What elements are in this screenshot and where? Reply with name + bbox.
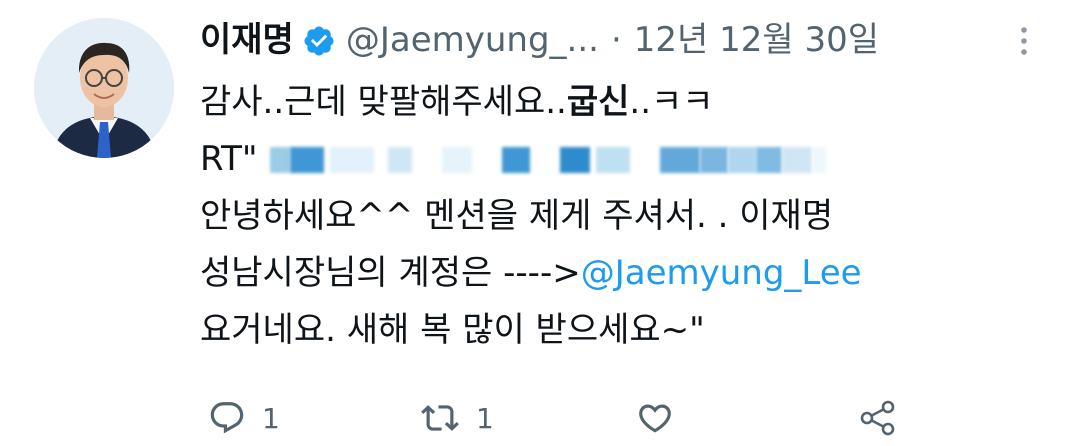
- display-name[interactable]: 이재명: [200, 16, 294, 64]
- reply-count: 1: [262, 401, 280, 435]
- separator-dot: ·: [610, 20, 622, 60]
- reply-button[interactable]: 1: [208, 396, 280, 440]
- share-icon: [858, 398, 898, 438]
- more-vertical-icon[interactable]: [1014, 24, 1034, 58]
- retweet-button[interactable]: 1: [420, 396, 494, 440]
- tweet-line-2: RT": [200, 131, 1060, 188]
- retweet-icon: [420, 399, 460, 437]
- tweet-line-5: 요거네요. 새해 복 많이 받으세요~": [200, 310, 705, 350]
- tweet-line-1-bold: 굽신: [566, 82, 630, 122]
- retweet-prefix: RT": [200, 139, 258, 179]
- share-button[interactable]: [858, 396, 898, 440]
- tweet-line-1-suffix: ..ㅋㅋ: [629, 82, 714, 122]
- avatar[interactable]: [34, 18, 174, 158]
- mention-link[interactable]: @Jaemyung_Lee: [581, 253, 862, 293]
- profile-photo: [34, 18, 174, 158]
- tweet-line-4-prefix: 성남시장님의 계정은 ---->: [200, 253, 581, 293]
- user-handle[interactable]: @Jaemyung_...: [346, 16, 599, 64]
- redacted-username: [269, 131, 826, 188]
- tweet-text: 감사..근데 맞팔해주세요..굽신..ㅋㅋ RT" 안녕하세요^^ 멘션을 제게…: [200, 74, 1060, 359]
- tweet-line-4: 성남시장님의 계정은 ---->@Jaemyung_Lee: [200, 245, 1060, 302]
- reply-icon: [208, 399, 246, 437]
- tweet-date[interactable]: 12년 12월 30일: [634, 16, 879, 64]
- like-button[interactable]: [636, 396, 674, 440]
- tweet-line-1: 감사..근데 맞팔해주세요..굽신..ㅋㅋ: [200, 74, 1060, 131]
- tweet-actions: 1 1: [208, 396, 908, 440]
- tweet-header: 이재명 @Jaemyung_... · 12년 12월 30일: [200, 16, 879, 64]
- tweet-line-1-prefix: 감사..근데 맞팔해주세요..: [200, 82, 567, 122]
- tweet-line-3: 안녕하세요^^ 멘션을 제게 주셔서. . 이재명: [200, 196, 834, 236]
- heart-icon: [636, 399, 674, 437]
- retweet-count: 1: [476, 401, 494, 435]
- verified-badge-icon: [302, 23, 336, 57]
